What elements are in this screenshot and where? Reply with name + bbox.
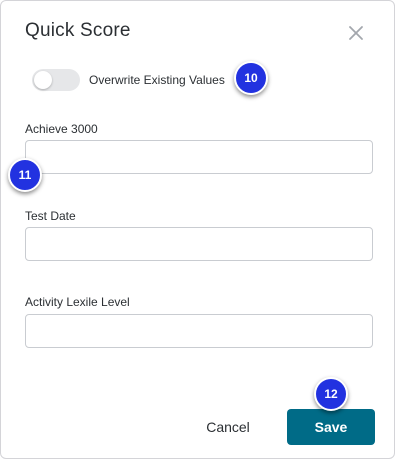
toggle-knob	[34, 71, 52, 89]
overwrite-toggle[interactable]	[32, 69, 80, 91]
save-button[interactable]: Save	[287, 409, 375, 445]
achieve-3000-input[interactable]	[25, 140, 373, 174]
step-callout-badge: 10	[234, 61, 268, 95]
overwrite-toggle-label: Overwrite Existing Values	[89, 73, 225, 87]
activity-lexile-level-label: Activity Lexile Level	[25, 295, 130, 309]
overwrite-toggle-row: Overwrite Existing Values	[32, 68, 225, 92]
step-callout-badge: 11	[8, 158, 42, 192]
test-date-label: Test Date	[25, 209, 76, 223]
cancel-button[interactable]: Cancel	[191, 411, 265, 443]
step-callout-badge: 12	[314, 377, 348, 411]
close-button[interactable]	[345, 22, 367, 44]
test-date-input[interactable]	[25, 227, 373, 261]
close-icon	[349, 26, 363, 40]
activity-lexile-level-input[interactable]	[25, 314, 373, 348]
achieve-3000-label: Achieve 3000	[25, 122, 98, 136]
dialog-title: Quick Score	[25, 20, 131, 41]
